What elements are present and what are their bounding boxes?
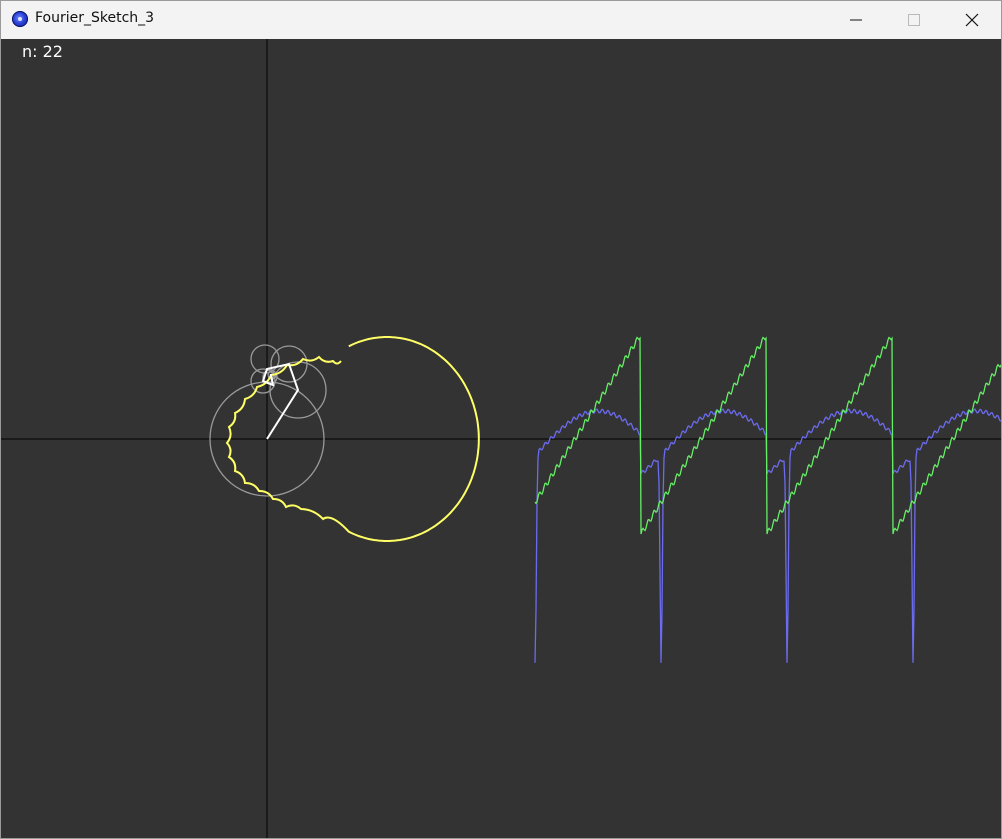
term-count-label: n: 22	[22, 42, 63, 61]
close-icon	[965, 13, 979, 26]
title-bar[interactable]: Fourier_Sketch_3	[1, 1, 1001, 38]
maximize-icon	[908, 13, 920, 26]
window-title: Fourier_Sketch_3	[35, 10, 155, 26]
minimize-icon	[850, 19, 862, 20]
wave-green	[534, 336, 1001, 535]
app-window: Fourier_Sketch_3 n: 22	[0, 0, 1002, 839]
processing-app-icon	[12, 11, 28, 27]
close-button[interactable]	[943, 1, 1001, 38]
minimize-button[interactable]	[827, 1, 885, 38]
wave-blue	[534, 408, 1001, 663]
sketch-canvas: n: 22	[1, 39, 1001, 838]
fourier-drawing	[1, 39, 1001, 838]
maximize-button[interactable]	[885, 1, 943, 38]
epicycle-circles	[209, 344, 327, 497]
